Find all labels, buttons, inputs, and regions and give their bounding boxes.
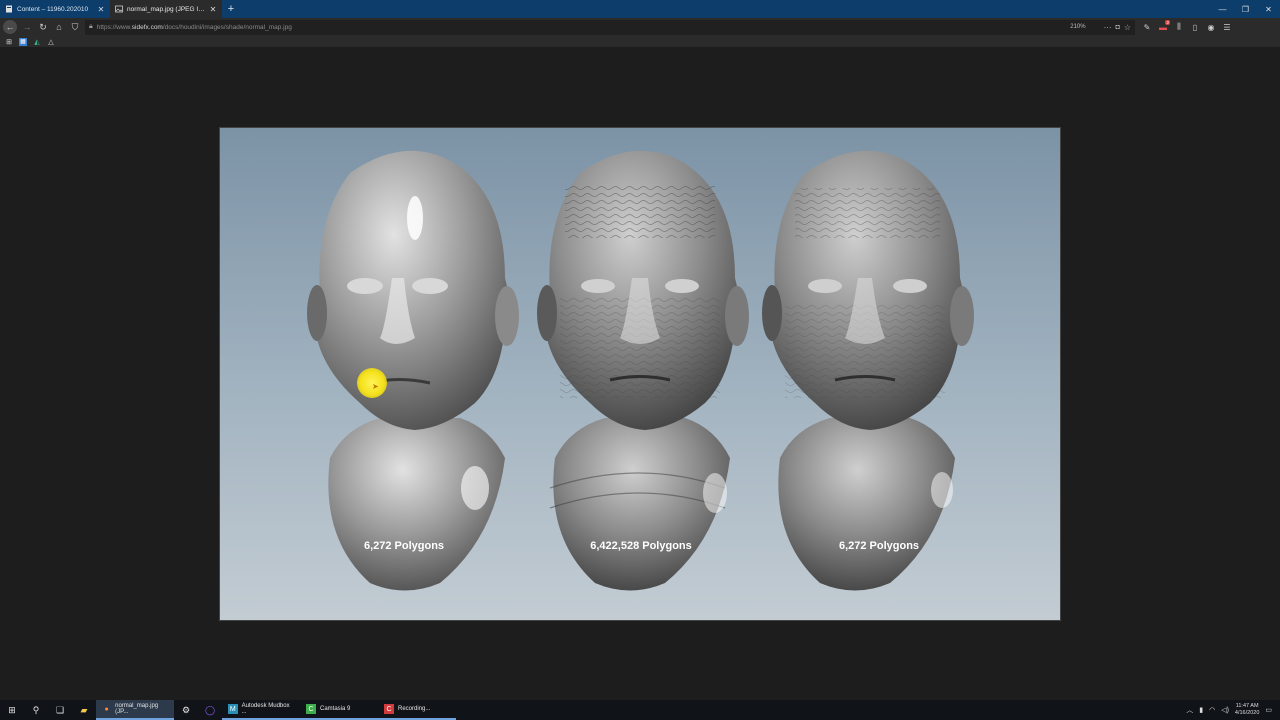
windows-start-icon[interactable]: ⊞ <box>0 700 24 720</box>
account-icon[interactable]: ◉ <box>1203 19 1219 35</box>
taskbar-app-firefox[interactable]: ● normal_map.jpg (JP... <box>96 700 174 720</box>
camtasia-icon: C <box>306 704 316 714</box>
tab-title: normal_map.jpg (JPEG Image, 800 <box>127 5 205 13</box>
tab-title: Content – 11960.202010 <box>17 5 89 13</box>
tab-strip: Content – 11960.202010 ✕ normal_map.jpg … <box>0 0 1280 18</box>
bookmark-icon[interactable]: ▦ <box>19 37 27 46</box>
back-arrow-icon[interactable]: ← <box>3 20 17 34</box>
polygon-count-label: 6,272 Polygons <box>364 540 444 552</box>
image-viewer: 6,272 Polygons 6,422,528 Polygons 6,272 … <box>0 47 1280 700</box>
extension-toolbar: ✎ ▬ 2 ⫼ ▯ ◉ ☰ <box>1139 19 1235 35</box>
library-icon[interactable]: ⫼ <box>1171 19 1187 35</box>
forward-arrow-icon[interactable]: → <box>19 19 35 35</box>
new-tab-icon[interactable]: + <box>222 0 240 18</box>
bookmark-icon[interactable]: ⊞ <box>5 38 13 46</box>
search-icon[interactable]: ⚲ <box>24 700 48 720</box>
window-controls: — ❐ ✕ <box>1211 0 1280 18</box>
url-text: https://www.sidefx.com/docs/houdini/imag… <box>96 23 292 31</box>
normal-map-image[interactable]: 6,272 Polygons 6,422,528 Polygons 6,272 … <box>219 127 1061 621</box>
circle-app-icon[interactable]: ◯ <box>198 700 222 720</box>
taskbar-app-label: normal_map.jpg (JP... <box>115 703 159 715</box>
system-clock[interactable]: 11:47 AM 4/16/2020 <box>1235 703 1259 717</box>
minimize-icon[interactable]: — <box>1211 0 1234 18</box>
pocket-icon[interactable]: ◘ <box>1116 24 1120 31</box>
mudbox-icon: M <box>228 704 238 714</box>
volume-icon[interactable]: ◁) <box>1221 706 1229 714</box>
taskbar-app-mudbox[interactable]: M Autodesk Mudbox ... <box>222 700 300 720</box>
tab-normal-map[interactable]: normal_map.jpg (JPEG Image, 800 ✕ <box>110 0 222 18</box>
zoom-level[interactable]: 210% <box>1070 24 1085 30</box>
cursor-highlight: ➤ <box>357 368 387 398</box>
network-icon[interactable]: ◠ <box>1209 706 1215 714</box>
taskbar-app-recording[interactable]: C Recording... <box>378 700 456 720</box>
usb-icon[interactable]: ▮ <box>1199 706 1203 714</box>
page-icon <box>5 5 13 13</box>
bookmark-star-icon[interactable]: ☆ <box>1124 23 1131 32</box>
file-explorer-icon[interactable]: ▰ <box>72 700 96 720</box>
home-icon[interactable]: ⌂ <box>51 19 67 35</box>
polygon-count-label: 6,272 Polygons <box>839 540 919 552</box>
extension-icon[interactable]: ✎ <box>1139 19 1155 35</box>
polygon-count-label: 6,422,528 Polygons <box>590 540 692 552</box>
bookmark-icon[interactable]: △ <box>47 38 55 46</box>
recording-icon: C <box>384 704 394 714</box>
extension-badge-icon[interactable]: ▬ 2 <box>1155 19 1171 35</box>
chevron-up-icon[interactable]: ︿ <box>1186 705 1193 715</box>
notifications-icon[interactable]: ▭ <box>1265 706 1272 714</box>
reload-icon[interactable]: ↻ <box>35 19 51 35</box>
mouse-pointer-icon: ➤ <box>372 382 379 391</box>
clock-time: 11:47 AM <box>1235 703 1259 709</box>
task-view-icon[interactable]: ❏ <box>48 700 72 720</box>
bookmarks-bar: ⊞ ▦ ◭ △ <box>0 36 1280 47</box>
tab-content[interactable]: Content – 11960.202010 ✕ <box>0 0 110 18</box>
sidebar-icon[interactable]: ▯ <box>1187 19 1203 35</box>
restore-icon[interactable]: ❐ <box>1234 0 1257 18</box>
sculpt-comparison-render: 6,272 Polygons 6,422,528 Polygons 6,272 … <box>220 128 1060 620</box>
firefox-icon: ● <box>104 705 109 713</box>
clock-date: 4/16/2020 <box>1234 710 1260 716</box>
taskbar-app-label: Camtasia 9 <box>320 706 351 712</box>
navigation-toolbar: ← → ↻ ⌂ ⛉ 🔒︎ https://www.sidefx.com/docs… <box>0 18 1280 36</box>
windows-taskbar: ⊞ ⚲ ❏ ▰ ● normal_map.jpg (JP... ⚙ ◯ M Au… <box>0 700 1280 720</box>
system-tray: ︿ ▮ ◠ ◁) 11:47 AM 4/16/2020 ▭ <box>1186 703 1280 717</box>
image-icon <box>115 5 123 13</box>
close-tab-icon[interactable]: ✕ <box>97 5 105 14</box>
lock-icon: 🔒︎ <box>89 23 93 30</box>
taskbar-app-camtasia[interactable]: C Camtasia 9 <box>300 700 378 720</box>
close-window-icon[interactable]: ✕ <box>1257 0 1280 18</box>
page-actions-icon[interactable]: ··· <box>1104 23 1112 32</box>
menu-icon[interactable]: ☰ <box>1219 19 1235 35</box>
shield-icon[interactable]: ⛉ <box>67 19 83 35</box>
taskbar-app-label: Recording... <box>398 706 431 712</box>
close-tab-icon[interactable]: ✕ <box>209 5 217 14</box>
taskbar-app-label: Autodesk Mudbox ... <box>241 703 290 715</box>
houdini-icon[interactable]: ⚙ <box>174 700 198 720</box>
bookmark-icon[interactable]: ◭ <box>33 38 41 46</box>
address-bar[interactable]: 🔒︎ https://www.sidefx.com/docs/houdini/i… <box>85 19 1135 35</box>
